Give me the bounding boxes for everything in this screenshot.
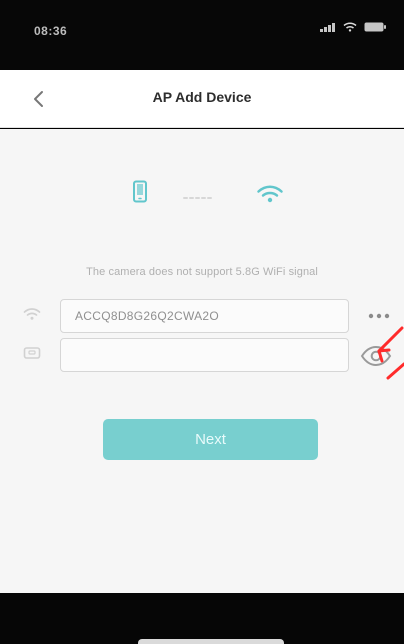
status-icons [320, 22, 386, 32]
dash-icon [182, 190, 216, 208]
status-bar: 08:36 [0, 0, 404, 70]
toggle-password-visibility-button[interactable] [359, 344, 393, 368]
wifi-icon [23, 307, 41, 326]
battery-icon [364, 22, 386, 32]
password-row [0, 338, 404, 372]
bottom-bar [0, 593, 404, 644]
next-button[interactable]: Next [103, 419, 318, 460]
wifi-options-button[interactable] [365, 309, 393, 323]
eye-icon [360, 345, 392, 367]
cellular-signal-icon [320, 22, 336, 32]
content-area: The camera does not support 5.8G WiFi si… [0, 129, 404, 593]
nav-header: AP Add Device [0, 70, 404, 128]
status-time: 08:36 [34, 24, 68, 38]
phone-icon [132, 180, 148, 209]
password-input[interactable] [60, 338, 349, 372]
wifi-icon [343, 22, 357, 32]
wifi-name-input[interactable] [60, 299, 349, 333]
wifi-name-row [0, 299, 404, 333]
wifi-icon [256, 184, 284, 209]
wifi-support-notice: The camera does not support 5.8G WiFi si… [86, 266, 318, 278]
lock-box-icon [23, 346, 41, 365]
phone-screen: 08:36 AP Add Device The camera does not … [0, 0, 404, 644]
more-dots-icon [368, 313, 390, 319]
connection-steps [130, 180, 290, 212]
page-title: AP Add Device [152, 89, 252, 105]
home-indicator [138, 639, 284, 644]
